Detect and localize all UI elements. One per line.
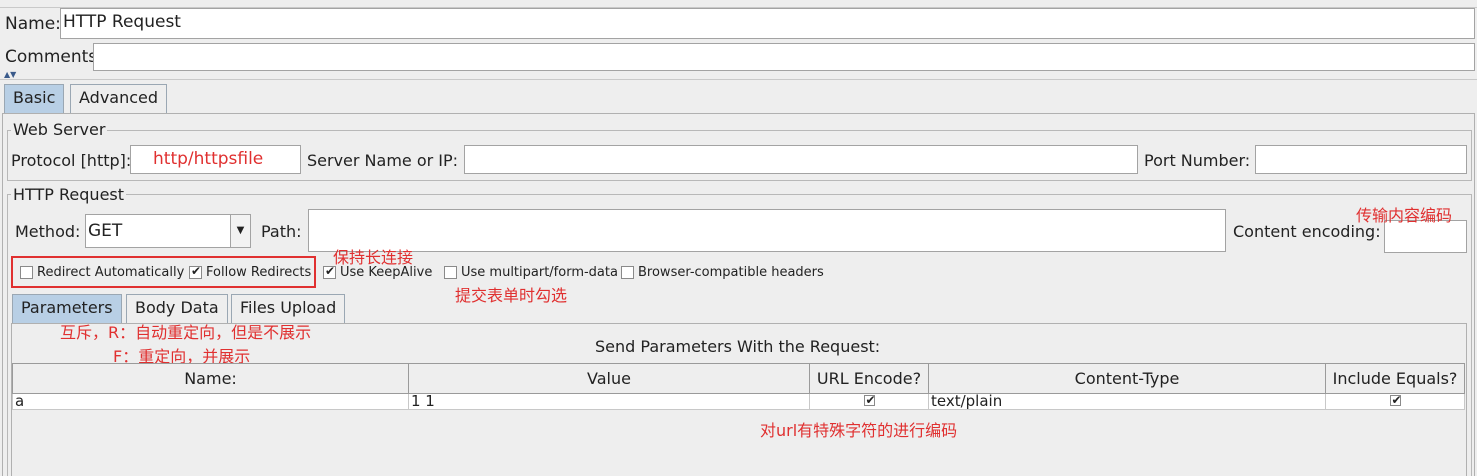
chevron-down-icon[interactable]: ▼ <box>230 215 250 247</box>
port-label: Port Number: <box>1144 151 1251 170</box>
use-multipart-box[interactable] <box>444 266 457 279</box>
table-row[interactable]: a 1 1 text/plain <box>12 393 1465 410</box>
protocol-annotation: http/httpsfile <box>153 149 264 169</box>
multipart-annotation: 提交表单时勾选 <box>455 286 568 305</box>
comments-input[interactable] <box>93 43 1475 71</box>
param-name-cell[interactable]: a <box>12 393 409 410</box>
path-input[interactable] <box>308 209 1226 252</box>
col-header-value[interactable]: Value <box>408 363 810 394</box>
col-header-url-encode[interactable]: URL Encode? <box>809 363 929 394</box>
param-include-equals-cell[interactable] <box>1325 393 1465 410</box>
protocol-label: Protocol [http]: <box>11 151 132 170</box>
follow-redirects-box[interactable] <box>189 264 202 279</box>
splitter-bar[interactable] <box>0 79 1477 80</box>
redirect-automatically-label: Redirect Automatically <box>37 265 185 280</box>
redirect-annotation-1: 互斥，R：自动重定向，但是不展示 <box>60 323 312 342</box>
param-value-cell[interactable]: 1 1 <box>408 393 810 410</box>
param-content-type-cell[interactable]: text/plain <box>928 393 1326 410</box>
param-url-encode-cell[interactable] <box>809 393 929 410</box>
server-input[interactable] <box>464 145 1138 174</box>
path-label: Path: <box>261 222 302 241</box>
browser-compatible-label: Browser-compatible headers <box>638 265 824 280</box>
col-header-content-type[interactable]: Content-Type <box>928 363 1326 394</box>
name-input[interactable]: HTTP Request <box>60 8 1475 39</box>
method-value: GET <box>88 221 123 241</box>
method-select[interactable]: GET ▼ <box>85 214 251 248</box>
web-server-legend: Web Server <box>11 120 108 139</box>
params-title: Send Parameters With the Request: <box>595 337 881 356</box>
http-request-legend: HTTP Request <box>11 185 127 204</box>
col-header-include-equals[interactable]: Include Equals? <box>1325 363 1465 394</box>
browser-compatible-checkbox[interactable]: Browser-compatible headers <box>621 265 824 280</box>
include-equals-checkbox[interactable] <box>1389 393 1402 408</box>
use-multipart-label: Use multipart/form-data <box>461 265 618 280</box>
port-input[interactable] <box>1255 145 1467 174</box>
tab-basic[interactable]: Basic <box>4 84 65 114</box>
keepalive-annotation: 保持长连接 <box>333 248 414 267</box>
server-label: Server Name or IP: <box>307 151 459 170</box>
top-rule <box>0 0 1477 8</box>
redirect-automatically-box[interactable] <box>20 266 33 279</box>
encoding-annotation: 传输内容编码 <box>1356 206 1453 225</box>
name-label: Name: <box>5 14 61 34</box>
params-header-row: Name: Value URL Encode? Content-Type Inc… <box>12 363 1465 394</box>
tab-advanced[interactable]: Advanced <box>70 84 168 114</box>
comments-label: Comments: <box>5 47 103 67</box>
params-table: Name: Value URL Encode? Content-Type Inc… <box>12 363 1465 410</box>
use-multipart-checkbox[interactable]: Use multipart/form-data <box>444 265 618 280</box>
method-label: Method: <box>15 222 81 241</box>
follow-redirects-checkbox[interactable]: Follow Redirects <box>189 264 312 280</box>
follow-redirects-label: Follow Redirects <box>206 265 312 280</box>
splitter-collapse-icon[interactable]: ▲▼ <box>4 71 16 79</box>
col-header-name[interactable]: Name: <box>12 363 409 394</box>
urlencode-annotation: 对url有特殊字符的进行编码 <box>760 421 958 440</box>
url-encode-checkbox[interactable] <box>863 393 876 408</box>
redirect-automatically-checkbox[interactable]: Redirect Automatically <box>20 265 184 280</box>
browser-compatible-box[interactable] <box>621 266 634 279</box>
